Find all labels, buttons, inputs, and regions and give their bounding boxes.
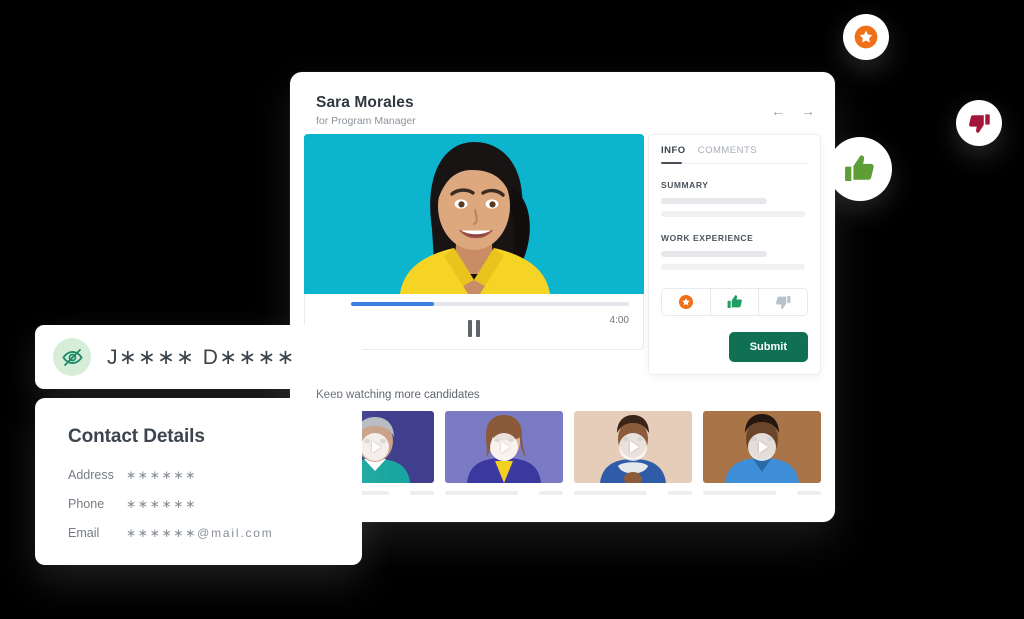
contact-details-rows: Address ∗∗∗∗∗∗ Phone ∗∗∗∗∗∗ Email ∗∗∗∗∗∗… — [68, 468, 362, 540]
eye-off-icon-circle — [53, 338, 91, 376]
contact-details-card: Contact Details Address ∗∗∗∗∗∗ Phone ∗∗∗… — [35, 398, 362, 565]
thumbs-up-icon — [845, 155, 874, 181]
window-header: Sara Morales for Program Manager ← → — [290, 72, 835, 134]
thumbnail-meta-2 — [445, 491, 563, 495]
pause-bar-left — [468, 320, 472, 337]
thumbnail-meta-4 — [703, 491, 821, 495]
video-progress-bar[interactable] — [351, 302, 629, 306]
thumbs-down-icon — [776, 296, 791, 309]
video-progress-fill — [351, 302, 435, 306]
candidate-role: for Program Manager — [316, 115, 416, 127]
thumbnail-time-placeholder-3 — [668, 491, 692, 495]
play-button-4[interactable] — [748, 433, 776, 461]
candidate-name: Sara Morales — [316, 94, 414, 111]
submit-button[interactable]: Submit — [728, 332, 808, 362]
tab-info[interactable]: INFO — [661, 145, 686, 164]
keep-watching-heading: Keep watching more candidates — [316, 389, 480, 401]
contact-value-email: ∗∗∗∗∗∗ — [126, 526, 198, 540]
next-arrow-icon[interactable]: → — [801, 104, 815, 118]
thumbs-up-icon — [727, 295, 742, 308]
thumbnail-time-placeholder-2 — [539, 491, 563, 495]
play-icon-3 — [630, 441, 639, 453]
star-badge-icon — [854, 25, 878, 49]
contact-details-title: Contact Details — [68, 426, 205, 447]
contact-label-address: Address — [68, 468, 114, 482]
contact-row-phone: Phone ∗∗∗∗∗∗ — [68, 497, 362, 511]
candidate-thumbnail-4[interactable] — [703, 411, 821, 483]
summary-skeleton-line-2 — [661, 211, 806, 217]
star-badge-icon — [678, 295, 693, 309]
tab-comments[interactable]: COMMENTS — [698, 145, 757, 156]
video-player[interactable] — [304, 134, 644, 294]
thumbnail-name-placeholder-2 — [445, 491, 519, 495]
summary-heading: SUMMARY — [661, 180, 709, 190]
thumbnail-time-placeholder-4 — [797, 491, 821, 495]
screenshot-root: Sara Morales for Program Manager ← → 4:0… — [0, 0, 1024, 619]
reaction-button-group — [661, 288, 808, 316]
reaction-thumbs-up-button[interactable] — [709, 289, 759, 315]
reaction-star-button[interactable] — [662, 289, 710, 315]
video-time-label: 4:00 — [609, 315, 629, 326]
panel-tabs: INFO COMMENTS — [661, 145, 808, 164]
info-panel: INFO COMMENTS SUMMARY WORK EXPERIENCE Su… — [648, 134, 821, 375]
thumbnail-name-placeholder-3 — [574, 491, 648, 495]
candidate-thumbnail-row — [290, 411, 835, 495]
pause-bar-right — [476, 320, 480, 337]
candidate-review-window: Sara Morales for Program Manager ← → 4:0… — [290, 72, 835, 522]
summary-skeleton-line-1 — [661, 198, 767, 204]
play-icon-2 — [501, 441, 510, 453]
contact-value-phone: ∗∗∗∗∗∗ — [126, 497, 198, 511]
contact-value-address: ∗∗∗∗∗∗ — [126, 468, 198, 482]
navigation-arrows: ← → — [771, 104, 815, 118]
play-button-1[interactable] — [361, 433, 389, 461]
candidate-thumbnail-card-4[interactable] — [703, 411, 821, 495]
contact-row-address: Address ∗∗∗∗∗∗ — [68, 468, 362, 482]
floating-star-badge[interactable] — [843, 14, 889, 60]
thumbnail-meta-3 — [574, 491, 692, 495]
play-button-2[interactable] — [490, 433, 518, 461]
submit-row: Submit — [661, 332, 808, 362]
candidate-thumbnail-card-3[interactable] — [574, 411, 692, 495]
play-icon-1 — [372, 441, 381, 453]
candidate-thumbnail-3[interactable] — [574, 411, 692, 483]
pause-button[interactable] — [468, 320, 480, 337]
work-skeleton-line-1 — [661, 251, 767, 257]
floating-thumbs-up-badge[interactable] — [828, 137, 892, 201]
thumbnail-time-placeholder-1 — [410, 491, 434, 495]
work-experience-heading: WORK EXPERIENCE — [661, 233, 754, 243]
prev-arrow-icon[interactable]: ← — [771, 104, 785, 118]
thumbnail-name-placeholder-4 — [703, 491, 777, 495]
candidate-thumbnail-card-2[interactable] — [445, 411, 563, 495]
play-button-3[interactable] — [619, 433, 647, 461]
reaction-thumbs-down-button[interactable] — [758, 289, 807, 315]
contact-value-email-domain: @mail.com — [197, 526, 274, 540]
contact-label-email: Email — [68, 526, 100, 540]
contact-label-phone: Phone — [68, 497, 105, 511]
thumbs-down-icon — [969, 114, 990, 133]
eye-off-icon — [61, 348, 83, 366]
window-body: 4:00 INFO COMMENTS SUMMARY WORK EXPERIEN… — [290, 134, 835, 375]
candidate-thumbnail-2[interactable] — [445, 411, 563, 483]
floating-thumbs-down-badge[interactable] — [956, 100, 1002, 146]
candidate-video-illustration — [304, 134, 644, 294]
masked-name-card: J∗∗∗∗ D∗∗∗∗ — [35, 325, 362, 389]
masked-candidate-name: J∗∗∗∗ D∗∗∗∗ — [107, 345, 296, 369]
play-icon-4 — [759, 441, 768, 453]
contact-row-email: Email ∗∗∗∗∗∗ @mail.com — [68, 526, 362, 540]
work-skeleton-line-2 — [661, 264, 806, 270]
